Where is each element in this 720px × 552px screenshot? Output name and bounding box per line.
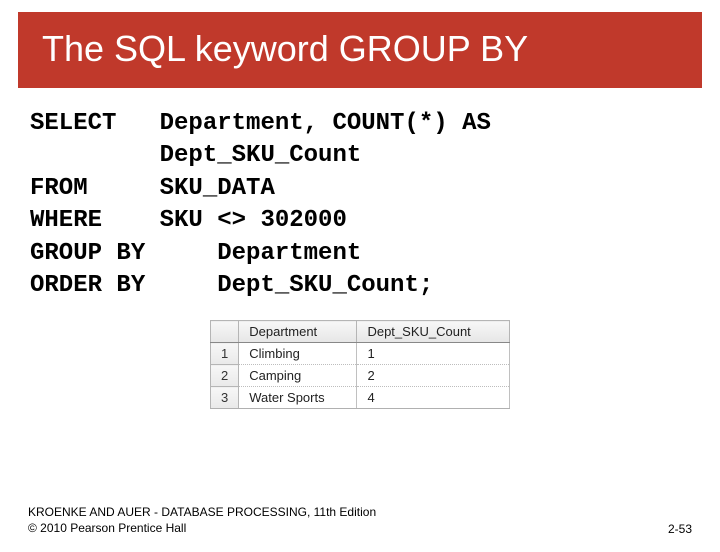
cell-count: 4 xyxy=(357,387,510,409)
sql-line: Dept_SKU_Count xyxy=(30,142,361,169)
row-number-cell: 3 xyxy=(211,387,239,409)
row-number-cell: 1 xyxy=(211,343,239,365)
footer-book-line: KROENKE AND AUER - DATABASE PROCESSING, … xyxy=(28,504,376,520)
query-result-grid: Department Dept_SKU_Count 1 Climbing 1 2… xyxy=(210,320,510,409)
cell-department: Climbing xyxy=(239,343,357,365)
row-number-header xyxy=(211,321,239,343)
row-number-cell: 2 xyxy=(211,365,239,387)
sql-line: ORDER BY Dept_SKU_Count; xyxy=(30,272,433,299)
col-header-count: Dept_SKU_Count xyxy=(357,321,510,343)
cell-count: 2 xyxy=(357,365,510,387)
slide-footer: KROENKE AND AUER - DATABASE PROCESSING, … xyxy=(28,504,692,536)
result-table: Department Dept_SKU_Count 1 Climbing 1 2… xyxy=(210,320,510,409)
sql-line: WHERE SKU <> 302000 xyxy=(30,207,347,234)
table-row: 2 Camping 2 xyxy=(211,365,510,387)
col-header-department: Department xyxy=(239,321,357,343)
cell-department: Camping xyxy=(239,365,357,387)
sql-line: GROUP BY Department xyxy=(30,240,361,267)
sql-line: SELECT Department, COUNT(*) AS xyxy=(30,110,491,137)
slide-title: The SQL keyword GROUP BY xyxy=(18,12,702,88)
sql-code-block: SELECT Department, COUNT(*) AS Dept_SKU_… xyxy=(30,108,690,302)
table-header-row: Department Dept_SKU_Count xyxy=(211,321,510,343)
page-number: 2-53 xyxy=(668,522,692,536)
footer-copyright-line: © 2010 Pearson Prentice Hall xyxy=(28,520,376,536)
table-row: 3 Water Sports 4 xyxy=(211,387,510,409)
table-row: 1 Climbing 1 xyxy=(211,343,510,365)
cell-count: 1 xyxy=(357,343,510,365)
footer-left: KROENKE AND AUER - DATABASE PROCESSING, … xyxy=(28,504,376,536)
cell-department: Water Sports xyxy=(239,387,357,409)
sql-line: FROM SKU_DATA xyxy=(30,175,275,202)
